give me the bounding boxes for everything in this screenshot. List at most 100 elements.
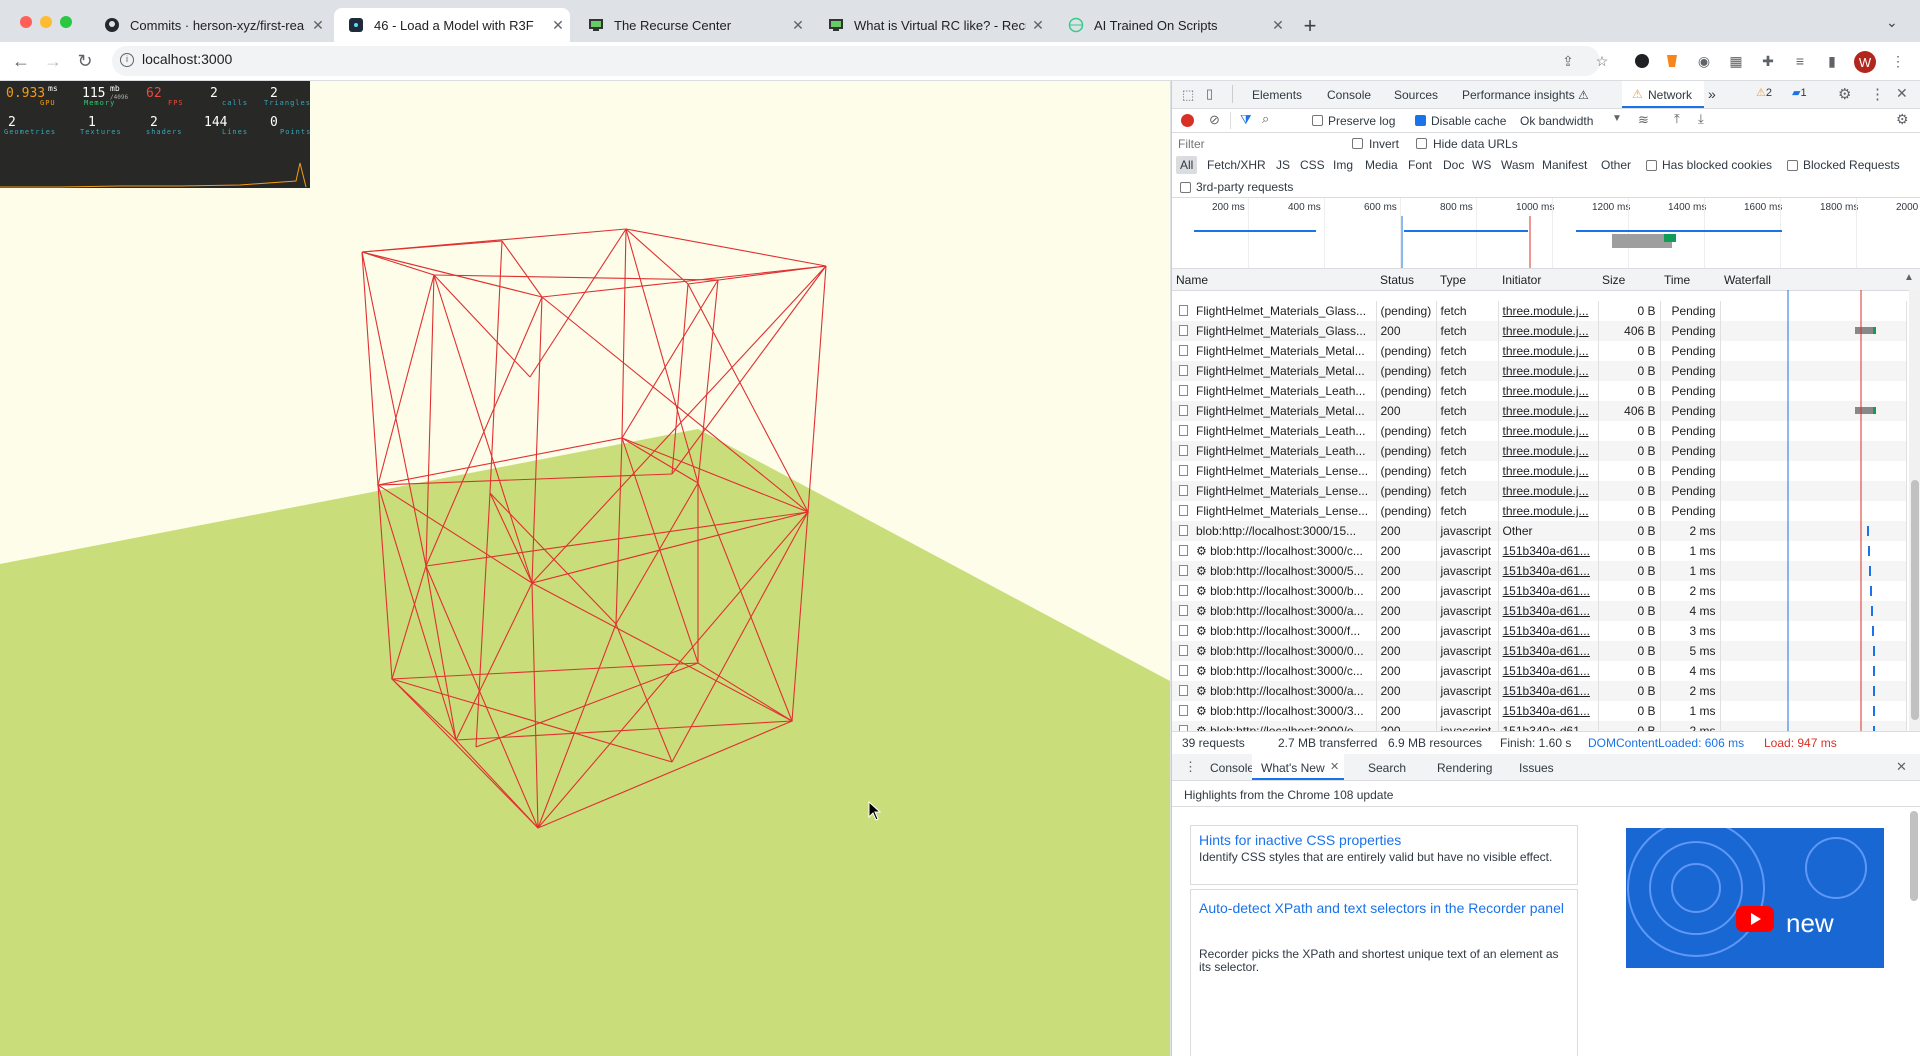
cell-initiator[interactable]: three.module.j... (1503, 404, 1589, 418)
tab-search-chevron-icon[interactable]: ⌄ (1886, 14, 1898, 31)
back-button[interactable]: ← (6, 46, 36, 76)
tab-elements[interactable]: Elements (1252, 88, 1302, 102)
settings-gear-icon[interactable]: ⚙ (1838, 85, 1851, 103)
cell-initiator[interactable]: three.module.j... (1503, 384, 1589, 398)
blocked-requests-checkbox[interactable] (1787, 160, 1798, 171)
type-img[interactable]: Img (1333, 158, 1353, 172)
drawer-tab-whats-new[interactable]: What's New ✕ (1252, 754, 1344, 780)
devtools-menu-icon[interactable]: ⋮ (1870, 85, 1885, 103)
cell-initiator[interactable]: 151b340a-d61... (1503, 644, 1590, 658)
record-button-icon[interactable] (1181, 114, 1194, 127)
warnings-count-badge[interactable]: ⚠2 (1756, 86, 1772, 99)
share-icon[interactable]: ⇪ (1558, 51, 1578, 71)
cell-initiator[interactable]: 151b340a-d61... (1503, 564, 1590, 578)
cell-initiator[interactable]: three.module.j... (1503, 424, 1589, 438)
cell-initiator[interactable]: Other (1503, 524, 1533, 538)
cell-initiator[interactable]: 151b340a-d61... (1503, 584, 1590, 598)
hide-data-urls-checkbox[interactable] (1416, 138, 1427, 149)
tab-ai-trained[interactable]: AI Trained On Scripts ✕ (1054, 8, 1290, 42)
filter-funnel-icon[interactable]: ⧩ (1240, 112, 1252, 128)
table-scrollbar[interactable] (1909, 290, 1920, 731)
close-window-button[interactable] (20, 16, 32, 28)
col-waterfall[interactable]: Waterfall (1724, 273, 1771, 287)
three-canvas[interactable]: 0.933 ms GPU 115 mb /4096 Memory 62 FPS … (0, 81, 1170, 1056)
tab-console[interactable]: Console (1327, 88, 1371, 102)
search-icon[interactable]: ⌕ (1262, 111, 1269, 127)
hint-card-inactive-css[interactable]: Hints for inactive CSS properties Identi… (1190, 825, 1578, 885)
extensions-puzzle-icon[interactable]: ✚ (1758, 51, 1778, 71)
cell-initiator[interactable]: three.module.j... (1503, 444, 1589, 458)
device-toolbar-icon[interactable]: ▯ (1206, 86, 1213, 102)
cell-initiator[interactable]: three.module.j... (1503, 304, 1589, 318)
type-manifest[interactable]: Manifest (1542, 158, 1587, 172)
col-type[interactable]: Type (1440, 273, 1466, 287)
site-info-icon[interactable]: i (120, 53, 134, 67)
import-har-icon[interactable]: ⤒ (1674, 111, 1680, 127)
whats-new-video-thumbnail[interactable]: new (1626, 828, 1884, 968)
more-tabs-button[interactable]: » (1708, 86, 1716, 102)
type-fetch-xhr[interactable]: Fetch/XHR (1207, 158, 1266, 172)
close-tab-icon[interactable]: ✕ (306, 17, 330, 34)
cell-initiator[interactable]: three.module.j... (1503, 324, 1589, 338)
tab-recurse-center[interactable]: The Recurse Center ✕ (574, 8, 810, 42)
extension-b-icon[interactable] (1632, 51, 1652, 71)
hint-card-recorder[interactable]: Auto-detect XPath and text selectors in … (1190, 889, 1578, 1056)
address-bar[interactable] (112, 46, 1600, 76)
type-css[interactable]: CSS (1300, 158, 1325, 172)
tab-load-model[interactable]: 46 - Load a Model with R3F ✕ (334, 8, 570, 42)
network-conditions-icon[interactable]: ≋ (1638, 112, 1649, 128)
qr-extension-icon[interactable]: ▦ (1726, 51, 1746, 71)
cell-initiator[interactable]: three.module.j... (1503, 464, 1589, 478)
inspect-element-icon[interactable]: ⬚ (1182, 87, 1194, 103)
cell-initiator[interactable]: 151b340a-d61... (1503, 664, 1590, 678)
url-text[interactable]: localhost:3000 (142, 51, 232, 67)
close-tab-icon[interactable]: ✕ (786, 17, 810, 34)
type-media[interactable]: Media (1365, 158, 1398, 172)
drawer-tab-search[interactable]: Search (1368, 761, 1406, 775)
tab-network[interactable]: ⚠ Network (1622, 81, 1704, 108)
drawer-tab-console[interactable]: Console (1210, 761, 1254, 775)
cell-initiator[interactable]: 151b340a-d61... (1503, 704, 1590, 718)
clear-icon[interactable]: ⊘ (1209, 112, 1220, 128)
tab-sources[interactable]: Sources (1394, 88, 1438, 102)
scrollbar-thumb[interactable] (1911, 480, 1919, 720)
close-tab-icon[interactable]: ✕ (1266, 17, 1290, 34)
zoom-window-button[interactable] (60, 16, 72, 28)
new-tab-button[interactable]: + (1296, 12, 1324, 40)
type-other[interactable]: Other (1601, 158, 1631, 172)
has-blocked-cookies-checkbox[interactable] (1646, 160, 1657, 171)
media-controls-icon[interactable]: ≡ (1790, 51, 1810, 71)
throttling-select[interactable]: Ok bandwidth (1520, 114, 1593, 128)
col-name[interactable]: Name (1176, 273, 1208, 287)
cell-initiator[interactable]: 151b340a-d61... (1503, 724, 1590, 731)
network-settings-gear-icon[interactable]: ⚙ (1896, 111, 1909, 128)
col-time[interactable]: Time (1664, 273, 1690, 287)
cell-initiator[interactable]: 151b340a-d61... (1503, 624, 1590, 638)
type-wasm[interactable]: Wasm (1501, 158, 1535, 172)
messages-count-badge[interactable]: ▰1 (1792, 86, 1807, 99)
reload-button[interactable]: ↻ (70, 46, 100, 76)
col-status[interactable]: Status (1380, 273, 1414, 287)
cell-initiator[interactable]: three.module.j... (1503, 504, 1589, 518)
sort-ascending-icon[interactable]: ▲ (1904, 272, 1914, 283)
type-ws[interactable]: WS (1472, 158, 1491, 172)
chevron-down-icon[interactable]: ▼ (1612, 113, 1622, 124)
cell-initiator[interactable]: 151b340a-d61... (1503, 544, 1590, 558)
type-js[interactable]: JS (1276, 158, 1290, 172)
drawer-tab-rendering[interactable]: Rendering (1437, 761, 1492, 775)
forward-button[interactable]: → (38, 46, 68, 76)
cell-initiator[interactable]: 151b340a-d61... (1503, 684, 1590, 698)
close-whats-new-icon[interactable]: ✕ (1330, 760, 1339, 773)
cell-initiator[interactable]: three.module.j... (1503, 484, 1589, 498)
filter-input[interactable] (1176, 134, 1340, 153)
chrome-menu-icon[interactable]: ⋮ (1888, 51, 1908, 71)
third-party-checkbox[interactable] (1180, 182, 1191, 193)
preserve-log-checkbox[interactable] (1312, 115, 1323, 126)
col-size[interactable]: Size (1602, 273, 1625, 287)
cell-initiator[interactable]: 151b340a-d61... (1503, 604, 1590, 618)
disable-cache-checkbox[interactable] (1415, 115, 1426, 126)
youtube-play-icon[interactable] (1736, 906, 1774, 932)
minimize-window-button[interactable] (40, 16, 52, 28)
type-doc[interactable]: Doc (1443, 158, 1464, 172)
close-tab-icon[interactable]: ✕ (1026, 17, 1050, 34)
